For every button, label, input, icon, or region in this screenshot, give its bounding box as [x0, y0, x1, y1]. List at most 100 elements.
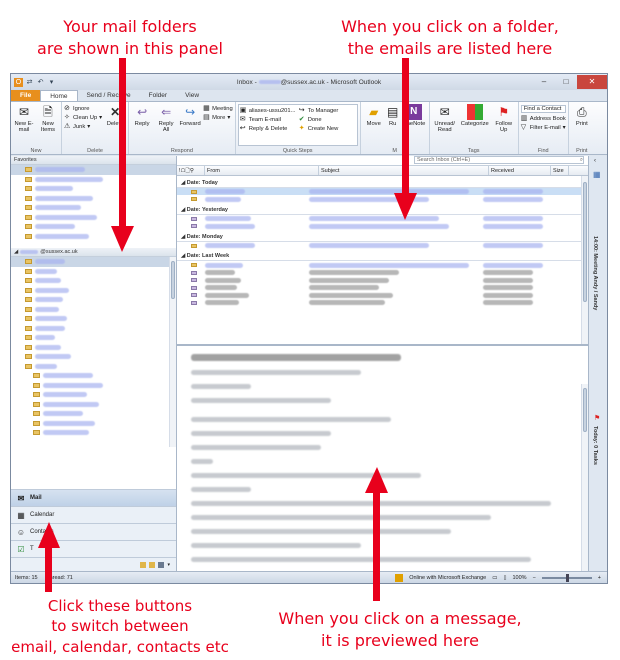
folder-item[interactable] [11, 165, 176, 175]
new-items-button[interactable]: 🗎 New Items [37, 104, 59, 146]
expand-todo-icon[interactable]: ‹ [594, 158, 596, 164]
tab-view[interactable]: View [176, 90, 208, 101]
message-list-scrollbar[interactable] [581, 175, 588, 344]
column-from[interactable]: From [205, 165, 319, 175]
reading-pane-scrollbar[interactable] [581, 384, 588, 571]
message-row[interactable] [177, 284, 588, 292]
folder-item[interactable] [11, 324, 176, 334]
todo-appointment[interactable]: 14:00: Meeting Andy / Sandy [592, 236, 598, 310]
folder-item[interactable] [11, 381, 176, 391]
folder-item[interactable] [11, 343, 176, 353]
maximize-icon[interactable]: □ [555, 75, 577, 89]
folder-item[interactable] [11, 400, 176, 410]
reply-all-button[interactable]: ⇐ Reply All [155, 104, 177, 146]
message-row[interactable] [177, 269, 588, 277]
message-row[interactable] [177, 261, 588, 269]
onenote-button[interactable]: N OneNote [401, 104, 427, 146]
quick-step-create-new[interactable]: ✦ Create New [299, 125, 356, 132]
folder-item[interactable] [11, 362, 176, 372]
send-receive-icon[interactable]: ⇄ [25, 78, 34, 87]
configure-buttons-icon[interactable]: ▾ [167, 562, 170, 568]
account-header[interactable]: ◢ @sussex.ac.uk [11, 248, 176, 257]
folder-item[interactable] [11, 175, 176, 185]
column-size[interactable]: Size [551, 165, 569, 175]
message-row[interactable] [177, 242, 588, 250]
view-reading-icon[interactable]: ▯ [503, 575, 506, 581]
print-button[interactable]: ⎙ Print [571, 104, 593, 146]
folder-item[interactable] [11, 409, 176, 419]
search-input[interactable]: Search Inbox (Ctrl+E) ⌕ [414, 156, 584, 165]
column-icons[interactable]: !☖🗋⚲ [177, 165, 205, 175]
group-header-last-week[interactable]: ◢ Date: Last Week [177, 251, 588, 262]
folder-item[interactable] [11, 232, 176, 242]
folder-item[interactable] [11, 203, 176, 213]
close-icon[interactable]: ✕ [577, 75, 607, 89]
folder-item[interactable] [11, 295, 176, 305]
customize-icon[interactable]: ▾ [47, 78, 56, 87]
tab-file[interactable]: File [11, 90, 41, 101]
forward-button[interactable]: ↪ Forward [179, 104, 201, 146]
reading-pane-scroll-thumb[interactable] [583, 388, 587, 432]
folder-item[interactable] [11, 222, 176, 232]
folder-item[interactable] [11, 419, 176, 429]
folder-item[interactable] [11, 267, 176, 277]
folder-scroll-thumb[interactable] [171, 261, 175, 299]
folder-item[interactable] [11, 276, 176, 286]
zoom-in-icon[interactable]: + [598, 575, 601, 581]
folder-scrollbar[interactable] [169, 257, 176, 447]
zoom-slider[interactable] [541, 573, 592, 582]
tab-home[interactable]: Home [40, 90, 78, 101]
message-row[interactable] [177, 215, 588, 223]
meeting-button[interactable]: ▦ Meeting [203, 105, 233, 112]
zoom-level[interactable]: 100% [512, 575, 526, 581]
quick-step-team-email[interactable]: ✉ Team E-mail [240, 116, 297, 123]
column-subject[interactable]: Subject [319, 165, 489, 175]
tab-folder[interactable]: Folder [140, 90, 176, 101]
message-row[interactable] [177, 222, 588, 230]
nav-tasks-button[interactable]: ☑ T [11, 540, 176, 557]
group-header-monday[interactable]: ◢ Date: Monday [177, 232, 588, 242]
view-normal-icon[interactable]: ▭ [492, 575, 497, 581]
new-email-button[interactable]: ✉ New E-mail [13, 104, 35, 146]
move-button[interactable]: ▰ Move [363, 104, 385, 146]
column-received[interactable]: Received [489, 165, 551, 175]
quick-step-aliases[interactable]: ▣ aliases-ussu201... [240, 107, 297, 114]
minimize-icon[interactable]: – [533, 75, 555, 89]
zoom-out-icon[interactable]: − [533, 575, 536, 581]
follow-up-button[interactable]: ⚑ Follow Up [492, 104, 516, 146]
favorites-header[interactable]: Favorites [11, 156, 176, 165]
ignore-button[interactable]: ⊘ Ignore [64, 105, 102, 112]
notes-icon[interactable] [140, 561, 147, 568]
folder-item[interactable] [11, 371, 176, 381]
folder-item[interactable] [11, 390, 176, 400]
nav-mail-button[interactable]: ✉ Mail [11, 489, 176, 506]
clean-up-button[interactable]: ✧ Clean Up ▾ [64, 114, 102, 121]
find-contact-input[interactable]: Find a Contact [520, 105, 566, 113]
shortcuts-icon[interactable] [158, 561, 165, 568]
message-row[interactable] [177, 291, 588, 299]
more-button[interactable]: ▤ More ▾ [203, 114, 233, 121]
folder-item[interactable] [11, 286, 176, 296]
delete-button[interactable]: ✕ Delete [104, 104, 126, 146]
folder-item[interactable] [11, 333, 176, 343]
folder-list-icon[interactable] [149, 561, 156, 568]
message-list-scroll-thumb[interactable] [583, 181, 587, 302]
address-book-button[interactable]: ▥ Address Book [521, 115, 566, 122]
quick-step-done[interactable]: ✔ Done [299, 116, 356, 123]
folder-item[interactable] [11, 257, 176, 267]
group-header-today[interactable]: ◢ Date: Today [177, 178, 588, 188]
date-navigator-icon[interactable]: ▦ [593, 170, 601, 179]
message-row[interactable] [177, 276, 588, 284]
undo-icon[interactable]: ↶ [36, 78, 45, 87]
message-row[interactable] [177, 195, 588, 203]
nav-calendar-button[interactable]: ▦ Calendar [11, 506, 176, 523]
folder-item[interactable] [11, 194, 176, 204]
tab-send-receive[interactable]: Send / Receive [78, 90, 140, 101]
quick-step-reply-delete[interactable]: ↩ Reply & Delete [240, 125, 297, 132]
message-row[interactable] [177, 299, 588, 307]
filter-email-button[interactable]: ▽ Filter E-mail ▾ [521, 124, 566, 131]
folder-item[interactable] [11, 428, 176, 438]
nav-contacts-button[interactable]: ☺ Contacts [11, 523, 176, 540]
folder-item[interactable] [11, 314, 176, 324]
categorize-button[interactable]: Categorize [460, 104, 490, 146]
